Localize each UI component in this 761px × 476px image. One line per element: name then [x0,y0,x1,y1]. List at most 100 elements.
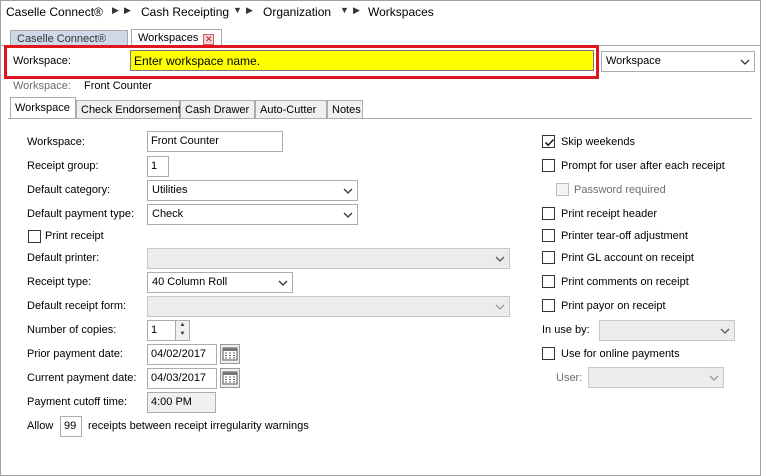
number-of-copies-label: Number of copies: [27,324,117,336]
print-receipt-header-label: Print receipt header [561,208,657,220]
default-category-label: Default category: [27,184,111,196]
current-workspace-value: Front Counter [84,80,152,92]
in-use-by-select[interactable] [599,320,735,341]
breadcrumb-item-organization[interactable]: Organization [263,5,331,19]
default-printer-select[interactable] [147,248,510,269]
default-payment-type-select[interactable]: Check [147,204,358,225]
print-gl-account-checkbox[interactable] [542,251,555,264]
spin-down-icon[interactable]: ▼ [176,330,189,339]
calendar-icon [222,371,238,385]
tab-auto-cutter[interactable]: Auto-Cutter [255,100,327,119]
prior-payment-date-value: 04/02/2017 [151,348,207,360]
in-use-by-label: In use by: [542,324,590,336]
payment-cutoff-time-field[interactable]: 4:00 PM [147,392,216,413]
chevron-right-icon[interactable]: ▶ [112,5,119,16]
use-online-payments-label: Use for online payments [561,348,680,360]
printer-tear-off-label: Printer tear-off adjustment [561,230,688,242]
receipt-group-label: Receipt group: [27,160,99,172]
password-required-label: Password required [574,184,666,196]
chevron-down-icon [495,256,505,262]
printer-tear-off-checkbox[interactable] [542,229,555,242]
chevron-down-icon [740,59,750,65]
print-gl-account-label: Print GL account on receipt [561,252,694,264]
prior-payment-date-calendar-button[interactable] [220,344,240,364]
prompt-for-user-label: Prompt for user after each receipt [561,160,725,172]
print-receipt-label: Print receipt [45,230,104,242]
breadcrumb-item-workspaces[interactable]: Workspaces [368,5,434,19]
receipt-group-field[interactable]: 1 [147,156,169,177]
default-printer-label: Default printer: [27,252,100,264]
skip-weekends-label: Skip weekends [561,136,635,148]
close-icon[interactable]: ✕ [203,34,215,45]
user-select[interactable] [588,367,724,388]
highlight-box [4,45,599,79]
number-of-copies-value: 1 [151,324,158,336]
breadcrumb: Caselle Connect® ▶ ▶ Cash Receipting ▼ ▶… [0,0,761,26]
skip-weekends-checkbox[interactable] [542,135,555,148]
default-receipt-form-label: Default receipt form: [27,300,127,312]
payment-cutoff-time-label: Payment cutoff time: [27,396,128,408]
current-payment-date-calendar-button[interactable] [220,368,240,388]
spin-up-icon[interactable]: ▲ [176,321,189,330]
chevron-down-icon[interactable]: ▼ [340,5,349,15]
prompt-for-user-checkbox[interactable] [542,159,555,172]
current-payment-date-label: Current payment date: [27,372,137,384]
current-payment-date-field[interactable]: 04/03/2017 [147,368,217,389]
receipt-type-value: 40 Column Roll [152,276,228,288]
default-category-value: Utilities [152,184,188,196]
breadcrumb-item-caselle-connect[interactable]: Caselle Connect® [6,5,103,19]
doc-tab-label: Workspaces [138,32,199,44]
chevron-down-icon [720,328,730,334]
tab-label: Auto-Cutter [260,104,317,116]
print-comments-label: Print comments on receipt [561,276,689,288]
document-tabs: Caselle Connect® Workspaces ✕ [0,26,761,48]
chevron-down-icon [278,280,288,286]
search-type-value: Workspace [606,55,661,67]
receipt-type-select[interactable]: 40 Column Roll [147,272,293,293]
print-comments-checkbox[interactable] [542,275,555,288]
tab-check-endorsement[interactable]: Check Endorsement [76,100,181,119]
print-receipt-header-checkbox[interactable] [542,207,555,220]
tab-label: Workspace [15,102,70,114]
print-payor-label: Print payor on receipt [561,300,666,312]
tab-label: Cash Drawer [185,104,250,116]
tab-cash-drawer[interactable]: Cash Drawer [180,100,255,119]
search-type-select[interactable]: Workspace [601,51,755,72]
chevron-right-icon: ▶ [246,5,253,15]
payment-cutoff-time-value: 4:00 PM [151,396,192,408]
default-payment-type-label: Default payment type: [27,208,135,220]
allow-suffix-label: receipts between receipt irregularity wa… [88,420,309,432]
allow-prefix-label: Allow [27,420,54,432]
default-payment-type-value: Check [152,208,184,220]
tab-panel-border [8,118,752,119]
calendar-icon [222,347,238,361]
workspace-name-value: Front Counter [151,135,219,147]
chevron-down-icon [343,188,353,194]
print-receipt-checkbox[interactable] [28,230,41,243]
prior-payment-date-field[interactable]: 04/02/2017 [147,344,217,365]
tab-workspace[interactable]: Workspace [10,97,76,119]
default-category-select[interactable]: Utilities [147,180,358,201]
checkmark-icon [544,138,555,147]
breadcrumb-item-cash-receipting[interactable]: Cash Receipting [141,5,229,19]
workspace-name-field[interactable]: Front Counter [147,131,283,152]
tab-notes[interactable]: Notes [327,100,363,119]
default-receipt-form-select[interactable] [147,296,510,317]
print-payor-checkbox[interactable] [542,299,555,312]
user-label: User: [556,372,583,384]
chevron-down-icon [495,304,505,310]
tab-label: Notes [332,104,361,116]
number-of-copies-spinner[interactable]: ▲ ▼ [175,321,189,340]
receipt-group-value: 1 [151,160,158,172]
allow-receipts-field[interactable]: 99 [60,416,82,437]
password-required-checkbox[interactable] [556,183,569,196]
chevron-down-icon[interactable]: ▶ [124,5,131,16]
chevron-right-icon: ▶ [353,5,360,15]
current-payment-date-value: 04/03/2017 [151,372,207,384]
chevron-down-icon[interactable]: ▼ [233,5,242,15]
chevron-down-icon [709,375,719,381]
prior-payment-date-label: Prior payment date: [27,348,123,360]
number-of-copies-stepper[interactable]: 1 ▲ ▼ [147,320,190,341]
use-online-payments-checkbox[interactable] [542,347,555,360]
tab-label: Check Endorsement [81,104,181,116]
